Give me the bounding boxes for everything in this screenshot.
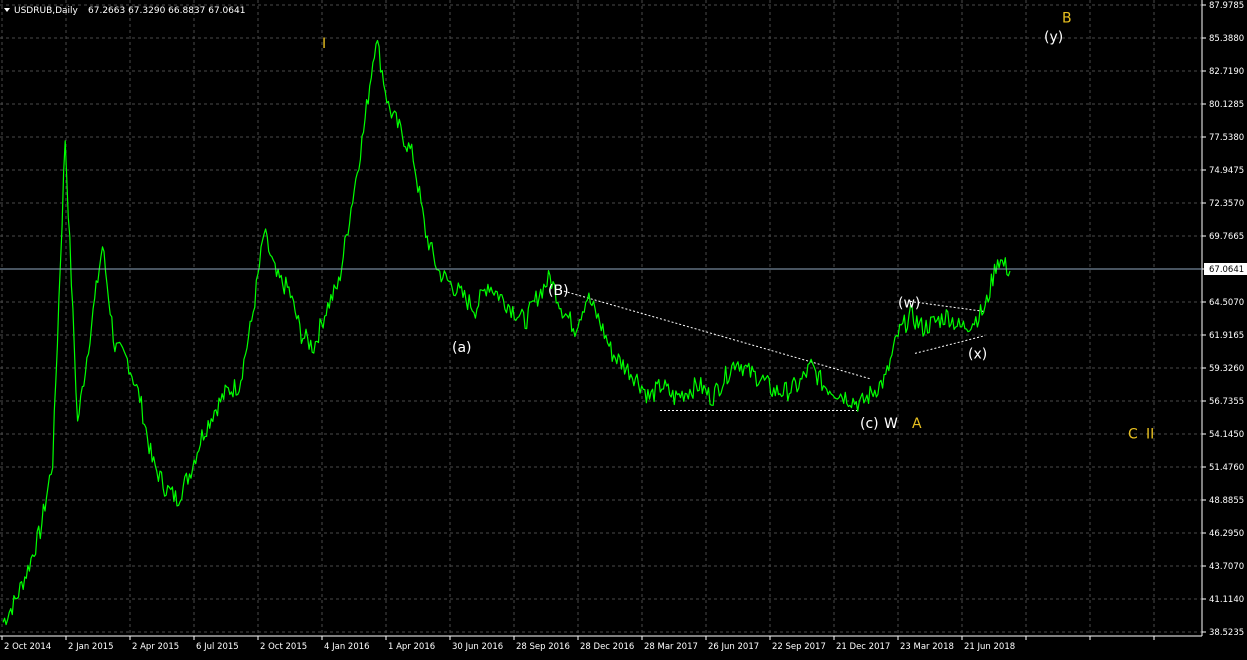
wave-labels: I (B) (a) (w) (x) (c) W A (y) B C II [322,10,1154,442]
y-ticks: 87.9785 85.3880 82.7190 80.1285 77.5380 74.94… [1202,1,1247,638]
symbol-header[interactable]: USDRUB,Daily 67.2663 67.3290 66.8837 67.… [4,6,245,16]
wave-label: (w) [898,296,920,312]
price-series-line [2,39,1011,626]
y-tick-label: 67.0641 [1209,265,1244,275]
y-tick-label: 43.7070 [1209,562,1244,572]
y-tick-label: 59.3260 [1209,364,1244,374]
x-tick-label: 22 Sep 2017 [772,642,826,652]
ohlc-label: 67.2663 67.3290 66.8837 67.0641 [88,6,245,16]
wave-label: (y) [1044,29,1063,45]
wave-label: (c) [860,416,879,432]
symbol-label: USDRUB,Daily [14,6,79,16]
y-tick-label: 56.7355 [1209,397,1244,407]
y-tick-label: 87.9785 [1209,1,1244,11]
y-tick-label: 85.3880 [1209,34,1244,44]
axis-layer [0,0,1203,637]
y-tick-label: 61.9165 [1209,331,1244,341]
y-tick-label: 80.1285 [1209,100,1244,110]
x-tick-label: 23 Mar 2018 [900,642,954,652]
x-tick-label: 28 Dec 2016 [580,642,634,652]
wave-label: C [1128,426,1138,442]
wave-label: W [884,416,898,432]
y-tick-label: 69.7665 [1209,232,1244,242]
y-tick-label: 51.4760 [1209,463,1244,473]
x-tick-label: 6 Jul 2015 [196,642,239,652]
wave-label: A [912,416,922,432]
x-tick-label: 2 Apr 2015 [132,642,179,652]
y-tick-label: 54.1450 [1209,430,1244,440]
y-tick-label: 38.5235 [1209,628,1244,638]
y-tick-label: 74.9475 [1209,166,1244,176]
y-tick-label: 72.3570 [1209,199,1244,209]
series-layer [2,39,1011,626]
trendline [559,289,871,380]
wave-label: I [322,36,326,52]
wave-label: (a) [452,340,472,356]
y-tick-label: 82.7190 [1209,67,1244,77]
x-tick-label: 2 Jan 2015 [68,642,114,652]
x-tick-label: 21 Dec 2017 [836,642,890,652]
x-tick-label: 21 Jun 2018 [964,642,1015,652]
trendline [909,300,986,313]
x-ticks: 2 Oct 2014 2 Jan 2015 2 Apr 2015 6 Jul 2015… [1,636,1155,652]
grid-layer [0,0,1202,636]
x-tick-label: 1 Apr 2016 [388,642,435,652]
x-tick-label: 28 Sep 2016 [516,642,570,652]
x-tick-label: 4 Jan 2016 [324,642,370,652]
wave-label: B [1062,10,1072,26]
y-tick-label: 64.5070 [1209,298,1244,308]
wave-label: II [1146,426,1154,442]
y-tick-label: 46.2950 [1209,529,1244,539]
x-tick-label: 28 Mar 2017 [644,642,698,652]
price-chart[interactable]: 87.9785 85.3880 82.7190 80.1285 77.5380 74.94… [0,0,1247,656]
x-tick-label: 26 Jun 2017 [708,642,759,652]
y-tick-label: 41.1140 [1209,595,1244,605]
chart-window[interactable]: 87.9785 85.3880 82.7190 80.1285 77.5380 74.94… [0,0,1247,656]
wave-label: (B) [548,283,569,299]
y-tick-label: 48.8855 [1209,496,1244,506]
y-tick-label: 77.5380 [1209,133,1244,143]
x-tick-label: 2 Oct 2014 [4,642,51,652]
x-tick-label: 30 Jun 2016 [452,642,503,652]
x-tick-label: 2 Oct 2015 [260,642,307,652]
wave-label: (x) [968,346,987,362]
dropdown-triangle-icon[interactable] [4,8,10,12]
